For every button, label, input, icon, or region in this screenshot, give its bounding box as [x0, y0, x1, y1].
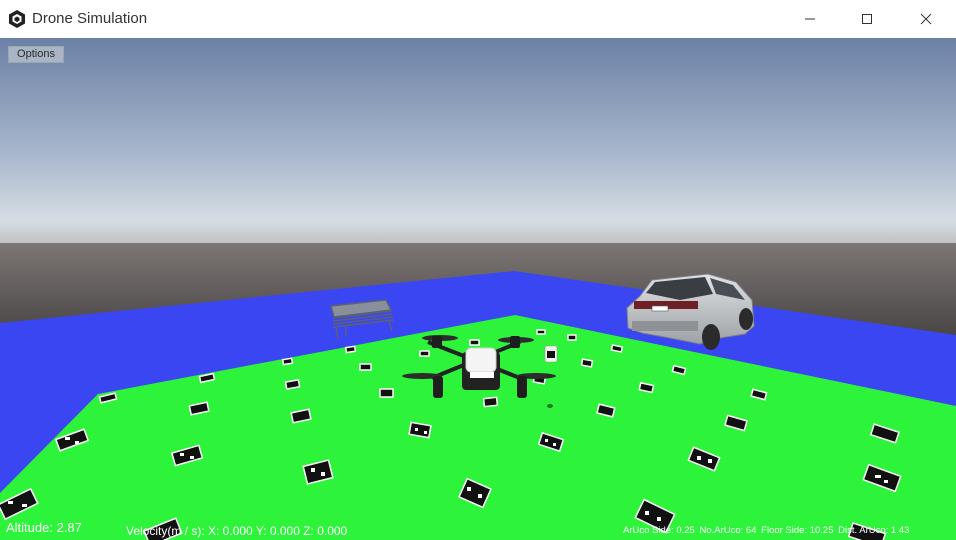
aruco-count-readout: No.ArUco: 64 [699, 525, 757, 536]
minimize-icon [804, 13, 816, 25]
floor-side-readout: Floor Side: 10.25 [761, 525, 834, 536]
close-button[interactable] [897, 0, 955, 38]
app-window: Drone Simulation Options Altitude: 2.87 … [0, 0, 956, 540]
options-button[interactable]: Options [8, 46, 64, 63]
window-title: Drone Simulation [32, 10, 148, 27]
maximize-icon [861, 13, 873, 25]
close-icon [920, 13, 932, 25]
sky [0, 38, 956, 253]
altitude-readout: Altitude: 2.87 [6, 520, 82, 535]
3d-scene [0, 38, 956, 540]
maximize-button[interactable] [838, 0, 896, 38]
aruco-stats: ArUco Side: 0.25 No.ArUco: 64 Floor Side… [623, 525, 911, 536]
title-bar[interactable]: Drone Simulation [0, 0, 956, 39]
aruco-distance-readout: Dist. ArUco: 1.43 [838, 525, 910, 536]
unity-logo-icon [7, 9, 27, 29]
simulation-viewport[interactable]: Options Altitude: 2.87 Velocity(m / s): … [0, 38, 956, 540]
aruco-side-readout: ArUco Side: 0.25 [623, 525, 695, 536]
velocity-readout: Velocity(m / s): X: 0.000 Y: 0.000 Z: 0.… [126, 524, 348, 538]
minimize-button[interactable] [781, 0, 839, 38]
marker-sign [544, 345, 558, 363]
